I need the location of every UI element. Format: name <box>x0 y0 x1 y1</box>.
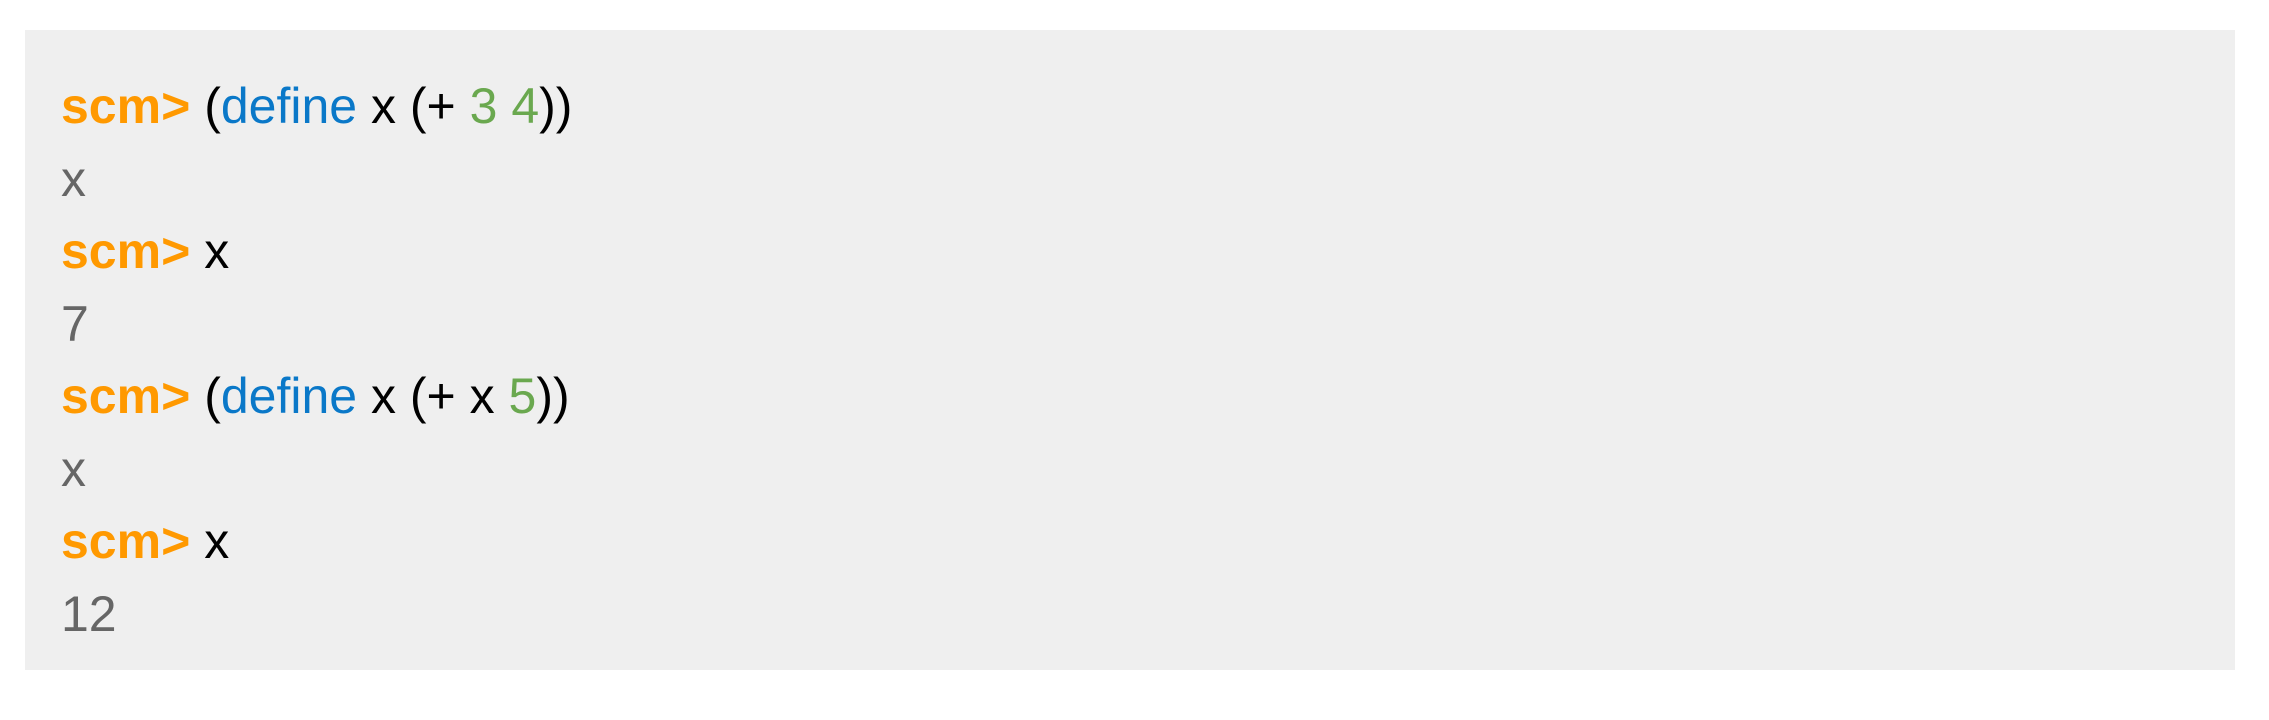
repl-prompt: scm> <box>61 513 191 569</box>
paren-token: (+ <box>409 78 470 134</box>
paren-token: )) <box>539 78 573 134</box>
repl-transcript: scm> (define x (+ 3 4)) x scm> x 7 scm> … <box>25 30 2235 670</box>
repl-prompt: scm> <box>61 223 191 279</box>
symbol-token: x <box>204 223 230 279</box>
repl-prompt: scm> <box>61 368 191 424</box>
symbol-token: x <box>357 78 410 134</box>
number-token: 3 <box>469 78 498 134</box>
repl-output-line: 7 <box>61 295 89 352</box>
repl-prompt: scm> <box>61 78 191 134</box>
symbol-token: x <box>357 368 410 424</box>
repl-input-line: scm> x <box>61 505 2235 578</box>
repl-input-line: scm> x <box>61 215 2235 288</box>
paren-token: ( <box>204 78 221 134</box>
repl-output-line: 12 <box>61 585 117 642</box>
keyword-token: define <box>220 78 358 134</box>
symbol-token: x <box>204 513 230 569</box>
paren-token: (+ x <box>409 368 509 424</box>
number-token: 4 <box>511 78 540 134</box>
repl-output-line: x <box>61 150 86 207</box>
paren-token: ( <box>204 368 221 424</box>
paren-token: )) <box>536 368 570 424</box>
repl-output-line: x <box>61 440 86 497</box>
repl-input-line: scm> (define x (+ x 5)) <box>61 360 2235 433</box>
number-token: 5 <box>508 368 537 424</box>
repl-input-line: scm> (define x (+ 3 4)) <box>61 70 2235 143</box>
keyword-token: define <box>220 368 358 424</box>
